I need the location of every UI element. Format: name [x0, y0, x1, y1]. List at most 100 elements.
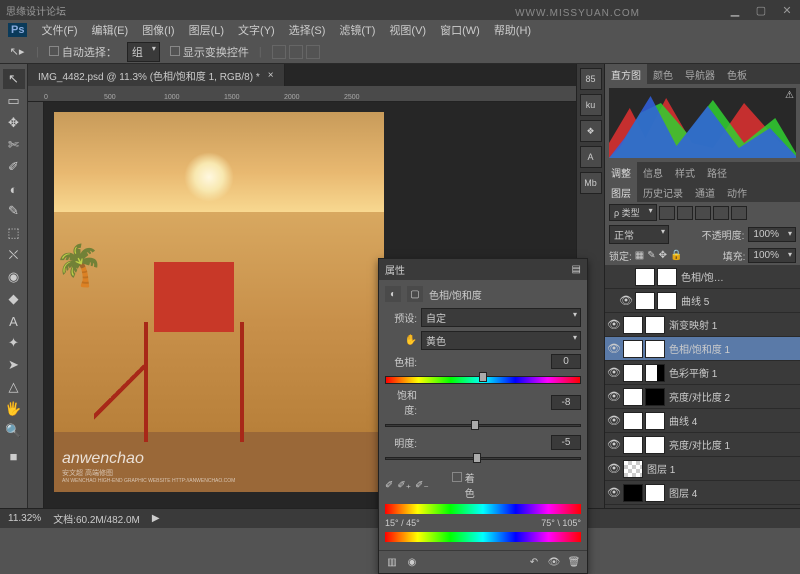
layer-row[interactable]: 👁 色彩平衡 1	[605, 361, 800, 385]
layer-thumb[interactable]	[623, 508, 643, 509]
layer-thumb[interactable]	[623, 364, 643, 382]
layer-kind-dropdown[interactable]: ρ 类型	[609, 204, 657, 221]
tab-layers[interactable]: 图层	[605, 182, 637, 203]
menu-help[interactable]: 帮助(H)	[494, 22, 531, 38]
layer-name[interactable]: 渐变映射 1	[667, 317, 798, 332]
layer-visibility-icon[interactable]: 👁	[607, 342, 621, 355]
ruler-vertical[interactable]	[28, 102, 44, 508]
light-slider[interactable]	[385, 454, 581, 464]
layer-visibility-icon[interactable]: 👁	[607, 414, 621, 427]
stamp-tool[interactable]: ⬚	[3, 223, 25, 243]
layer-thumb[interactable]	[623, 460, 643, 478]
tab-info[interactable]: 信息	[637, 162, 669, 183]
layer-visibility-icon[interactable]: 👁	[607, 438, 621, 451]
layer-name[interactable]: 亮度/对比度 1	[667, 437, 798, 452]
layer-mask-thumb[interactable]	[645, 508, 665, 509]
dock-icon-3[interactable]: ❖	[580, 120, 602, 142]
layers-list[interactable]: 色相/饱…👁 曲线 5👁 渐变映射 1👁 色相/饱和度 1👁 色彩平衡 1👁 亮…	[605, 265, 800, 508]
hand-tool[interactable]: 🖐	[3, 399, 25, 419]
layer-thumb[interactable]	[635, 292, 655, 310]
tab-color[interactable]: 颜色	[647, 64, 679, 85]
layer-thumb[interactable]	[623, 484, 643, 502]
blend-mode-dropdown[interactable]: 正常	[609, 225, 669, 244]
dock-icon-4[interactable]: A	[580, 146, 602, 168]
layer-thumb[interactable]	[623, 316, 643, 334]
tab-channels[interactable]: 通道	[689, 182, 721, 203]
maximize-button[interactable]: ▢	[754, 3, 768, 17]
lock-pixels-icon[interactable]: ✎	[647, 250, 655, 261]
ruler-horizontal[interactable]: 05001000150020002500	[28, 86, 576, 102]
layer-row[interactable]: 👁 曲线 4	[605, 409, 800, 433]
move-tool[interactable]: ↖	[3, 69, 25, 89]
eyedropper-add-icon[interactable]: ✐₊	[397, 480, 411, 491]
clip-icon[interactable]: ▥	[385, 555, 399, 569]
type-tool[interactable]: A	[3, 311, 25, 331]
zoom-level[interactable]: 11.32%	[8, 513, 41, 524]
colorize-option[interactable]: 着色	[443, 470, 475, 500]
layer-mask-thumb[interactable]	[645, 340, 665, 358]
layer-name[interactable]: 亮度/对比度 2	[667, 389, 798, 404]
layer-mask-thumb[interactable]	[657, 292, 677, 310]
crop-tool[interactable]: ✄	[3, 135, 25, 155]
layer-mask-thumb[interactable]	[657, 268, 677, 286]
layer-mask-thumb[interactable]	[645, 388, 665, 406]
doc-size[interactable]: 文档:60.2M/482.0M	[53, 511, 140, 526]
lasso-tool[interactable]: ✥	[3, 113, 25, 133]
sat-slider[interactable]	[385, 421, 581, 431]
layer-row[interactable]: 👁 图层 4	[605, 481, 800, 505]
blur-tool[interactable]: ◆	[3, 289, 25, 309]
tab-paths[interactable]: 路径	[701, 162, 733, 183]
tab-swatch[interactable]: 色板	[721, 64, 753, 85]
layer-row[interactable]: 👁 曲线 5	[605, 289, 800, 313]
layer-visibility-icon[interactable]: 👁	[607, 486, 621, 499]
layer-visibility-icon[interactable]: 👁	[607, 390, 621, 403]
layer-name[interactable]: 色相/饱…	[679, 269, 798, 284]
dock-icon-2[interactable]: ku	[580, 94, 602, 116]
status-arrow-icon[interactable]: ▶	[152, 513, 160, 524]
layer-thumb[interactable]	[623, 436, 643, 454]
lock-transparency-icon[interactable]: ▦	[635, 250, 644, 261]
color-swatch[interactable]: ■	[3, 443, 25, 469]
minimize-button[interactable]: ▁	[728, 3, 742, 17]
histogram-warning-icon[interactable]: ⚠	[785, 90, 794, 101]
marquee-tool[interactable]: ▭	[3, 91, 25, 111]
layer-row[interactable]: 色相/饱…	[605, 265, 800, 289]
show-transform-option[interactable]: 显示变换控件	[170, 44, 249, 60]
layer-visibility-icon[interactable]: 👁	[607, 462, 621, 475]
layer-mask-thumb[interactable]	[645, 364, 665, 382]
preset-dropdown[interactable]: 自定	[421, 308, 581, 327]
opacity-input[interactable]: 100%	[748, 227, 796, 242]
layer-visibility-icon[interactable]: 👁	[619, 294, 633, 307]
layer-name[interactable]: 图层 1	[645, 461, 798, 476]
layer-name[interactable]: 色相/饱和度 1	[667, 341, 798, 356]
layer-row[interactable]: 👁 曲线 1	[605, 505, 800, 508]
fill-input[interactable]: 100%	[748, 248, 796, 263]
doc-tab-close[interactable]: ×	[268, 70, 274, 81]
tab-adjust[interactable]: 调整	[605, 162, 637, 183]
eyedropper-icon[interactable]: ✐	[385, 480, 393, 491]
menu-type[interactable]: 文字(Y)	[238, 22, 275, 38]
dock-icon-1[interactable]: 85	[580, 68, 602, 90]
layer-thumb[interactable]	[623, 388, 643, 406]
prev-icon[interactable]: ◉	[405, 555, 419, 569]
filter-adjust[interactable]	[677, 206, 693, 220]
auto-select-dropdown[interactable]: 组	[127, 42, 160, 62]
menu-edit[interactable]: 编辑(E)	[92, 22, 129, 38]
filter-pixel[interactable]	[659, 206, 675, 220]
layer-row[interactable]: 👁 渐变映射 1	[605, 313, 800, 337]
reset-icon[interactable]: ↶	[527, 555, 541, 569]
color-range-dropdown[interactable]: 黄色	[421, 331, 581, 350]
dock-icon-5[interactable]: Mb	[580, 172, 602, 194]
ps-logo[interactable]: Ps	[8, 23, 27, 37]
tab-navigator[interactable]: 导航器	[679, 64, 721, 85]
lock-position-icon[interactable]: ✥	[659, 250, 667, 261]
menu-window[interactable]: 窗口(W)	[440, 22, 480, 38]
light-input[interactable]	[551, 435, 581, 450]
filter-shape[interactable]	[713, 206, 729, 220]
layer-name[interactable]: 图层 4	[667, 485, 798, 500]
delete-icon[interactable]: 🗑	[567, 555, 581, 569]
shape-tool[interactable]: △	[3, 377, 25, 397]
filter-smart[interactable]	[731, 206, 747, 220]
menu-filter[interactable]: 滤镜(T)	[339, 22, 375, 38]
zoom-tool[interactable]: 🔍	[3, 421, 25, 441]
